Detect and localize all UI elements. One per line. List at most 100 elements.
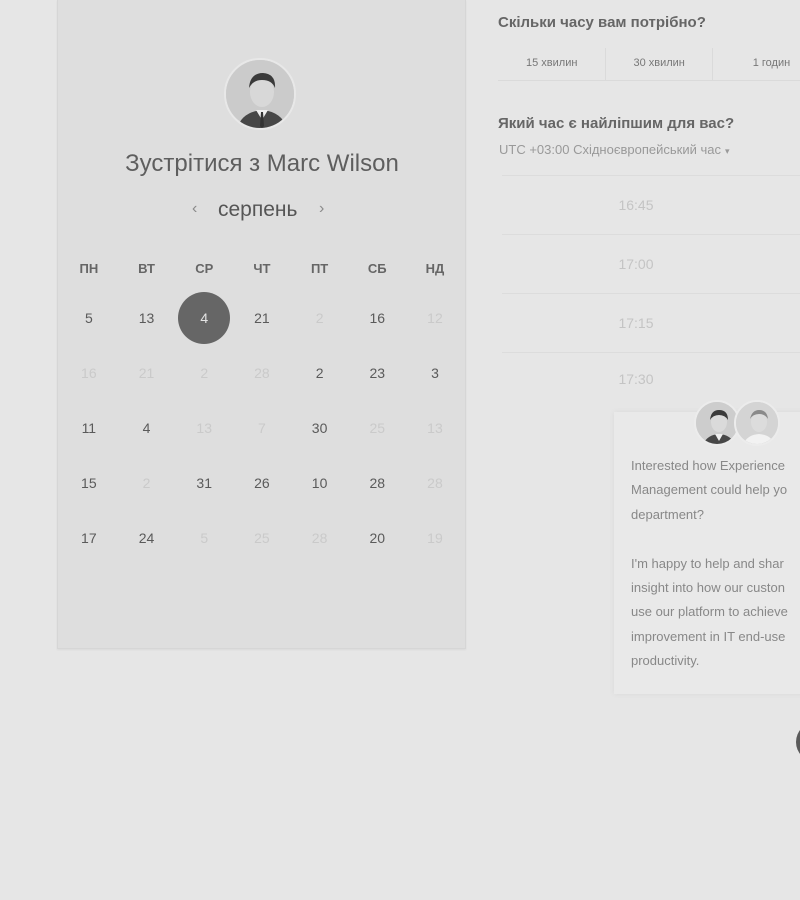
calendar-day: 28 (406, 457, 464, 509)
calendar-day: 2 (291, 292, 349, 344)
calendar-day: 25 (348, 402, 406, 454)
weekday-label: ВТ (138, 260, 155, 276)
calendar-day-selected[interactable]: 4 (175, 291, 233, 344)
calendar-day: 28 (291, 512, 349, 564)
calendar-day[interactable]: 31 (175, 457, 233, 509)
timezone-value: UTC +03:00 Східноєвропейський час (499, 142, 721, 157)
calendar-day-number: 21 (254, 309, 270, 326)
duration-option-30[interactable]: 30 хвилин (606, 48, 713, 80)
calendar-day: 21 (118, 347, 176, 399)
calendar-week-row: 5 13 4 21 2 16 12 (60, 290, 464, 345)
duration-options: 15 хвилин 30 хвилин 1 годин (498, 48, 800, 81)
calendar-day-number: 12 (427, 309, 443, 326)
calendar-day: 13 (175, 402, 233, 454)
calendar-day-number: 28 (311, 529, 328, 546)
calendar-week-row: 17 24 5 25 28 20 19 (60, 510, 464, 565)
time-slot[interactable]: 16:45 (502, 175, 800, 234)
calendar-grid: ПН ВТ СР ЧТ ПТ СБ НД 5 13 4 21 2 16 12 16 21 2 28 2… (60, 246, 464, 565)
calendar-day-number: 23 (369, 364, 386, 381)
calendar-week-row: 16 21 2 28 2 23 3 (60, 345, 464, 400)
calendar-day[interactable]: 4 (118, 402, 176, 454)
time-slot[interactable]: 17:30 (502, 352, 800, 404)
calendar-day-number: 16 (369, 309, 386, 326)
calendar-day-number: 2 (142, 474, 151, 491)
calendar-day-number: 28 (427, 474, 443, 491)
calendar-day[interactable]: 23 (348, 347, 406, 399)
weekday-label: НД (425, 260, 445, 276)
agent-avatar (734, 400, 780, 446)
calendar-day-number: 31 (196, 474, 212, 491)
calendar-day-number: 30 (311, 419, 328, 436)
calendar-day-number: 26 (254, 474, 270, 491)
weekday-label: ЧТ (253, 260, 271, 276)
calendar-day: 5 (175, 512, 233, 564)
calendar-day[interactable]: 2 (291, 347, 349, 399)
calendar-day: 7 (233, 402, 291, 454)
calendar-day[interactable]: 24 (118, 512, 176, 564)
time-slot-list: 16:45 17:00 17:15 17:30 (502, 175, 800, 404)
calendar-day-number: 13 (427, 419, 443, 436)
calendar-day-number: 28 (254, 364, 270, 381)
calendar-day-number: 25 (254, 529, 270, 546)
time-slot[interactable]: 17:15 (502, 293, 800, 352)
calendar-week-row: 11 4 13 7 30 25 13 (60, 400, 464, 455)
calendar-day[interactable]: 21 (233, 292, 291, 344)
calendar-day-number: 5 (200, 529, 209, 546)
chat-launcher-button[interactable] (796, 722, 800, 762)
calendar-day[interactable]: 30 (291, 402, 349, 454)
calendar-day: 19 (406, 512, 464, 564)
calendar-day[interactable]: 15 (60, 457, 118, 509)
calendar-day-number: 13 (138, 309, 155, 326)
calendar-day-number: 28 (369, 474, 386, 491)
calendar-day-number: 16 (81, 364, 97, 381)
weekday-label: СБ (367, 260, 387, 276)
calendar-day[interactable]: 16 (348, 292, 406, 344)
calendar-day[interactable]: 5 (60, 292, 118, 344)
calendar-day-number: 4 (178, 291, 231, 344)
calendar-day-number: 5 (84, 309, 93, 326)
caret-down-icon: ▾ (724, 146, 730, 156)
calendar-day-number: 21 (138, 364, 155, 381)
chevron-left-icon[interactable]: ‹ (192, 200, 197, 218)
calendar-day[interactable]: 17 (60, 512, 118, 564)
duration-option-60[interactable]: 1 годин (713, 48, 800, 80)
calendar-day-number: 4 (142, 419, 151, 436)
weekday-label: СР (195, 260, 214, 276)
calendar-day-number: 15 (81, 474, 97, 491)
calendar-day[interactable]: 26 (233, 457, 291, 509)
calendar-day-number: 13 (196, 419, 212, 436)
calendar-week-row: 15 2 31 26 10 28 28 (60, 455, 464, 510)
calendar-day-number: 2 (315, 309, 324, 326)
calendar-day-number: 17 (81, 529, 97, 546)
calendar-day: 16 (60, 347, 118, 399)
time-slot[interactable]: 17:00 (502, 234, 800, 293)
calendar-day-number: 25 (369, 419, 386, 436)
calendar-day-number: 10 (311, 474, 328, 491)
duration-question: Скільки часу вам потрібно? (498, 14, 706, 31)
calendar-day-number: 20 (369, 529, 386, 546)
meeting-title: Зустрітися з Marc Wilson (125, 150, 399, 177)
calendar-day[interactable]: 11 (60, 402, 118, 454)
weekday-header: ПН ВТ СР ЧТ ПТ СБ НД (60, 246, 464, 290)
calendar-day-number: 11 (81, 419, 97, 436)
calendar-day[interactable]: 20 (348, 512, 406, 564)
calendar-day: 2 (175, 347, 233, 399)
weekday-label: ПН (79, 260, 99, 276)
calendar-day[interactable]: 28 (348, 457, 406, 509)
weekday-label: ПТ (310, 260, 329, 276)
chevron-right-icon[interactable]: › (319, 200, 324, 218)
calendar-day-number: 2 (200, 364, 209, 381)
timezone-select[interactable]: UTC +03:00 Східноєвропейський час ▾ (499, 142, 730, 157)
calendar-day[interactable]: 13 (118, 292, 176, 344)
calendar-day[interactable]: 10 (291, 457, 349, 509)
calendar-day[interactable]: 3 (406, 347, 464, 399)
calendar-day: 28 (233, 347, 291, 399)
calendar-day-number: 7 (258, 419, 266, 436)
calendar-day: 25 (233, 512, 291, 564)
calendar-day-number: 3 (431, 364, 439, 381)
duration-option-15[interactable]: 15 хвилин (498, 48, 607, 80)
calendar-days: 5 13 4 21 2 16 12 16 21 2 28 2 23 3 11 4 13 7 30 25 13 15 2 31 2… (60, 290, 464, 565)
host-avatar (224, 58, 296, 130)
month-navigation: ‹ серпень › (180, 196, 345, 228)
calendar-day: 2 (118, 457, 176, 509)
